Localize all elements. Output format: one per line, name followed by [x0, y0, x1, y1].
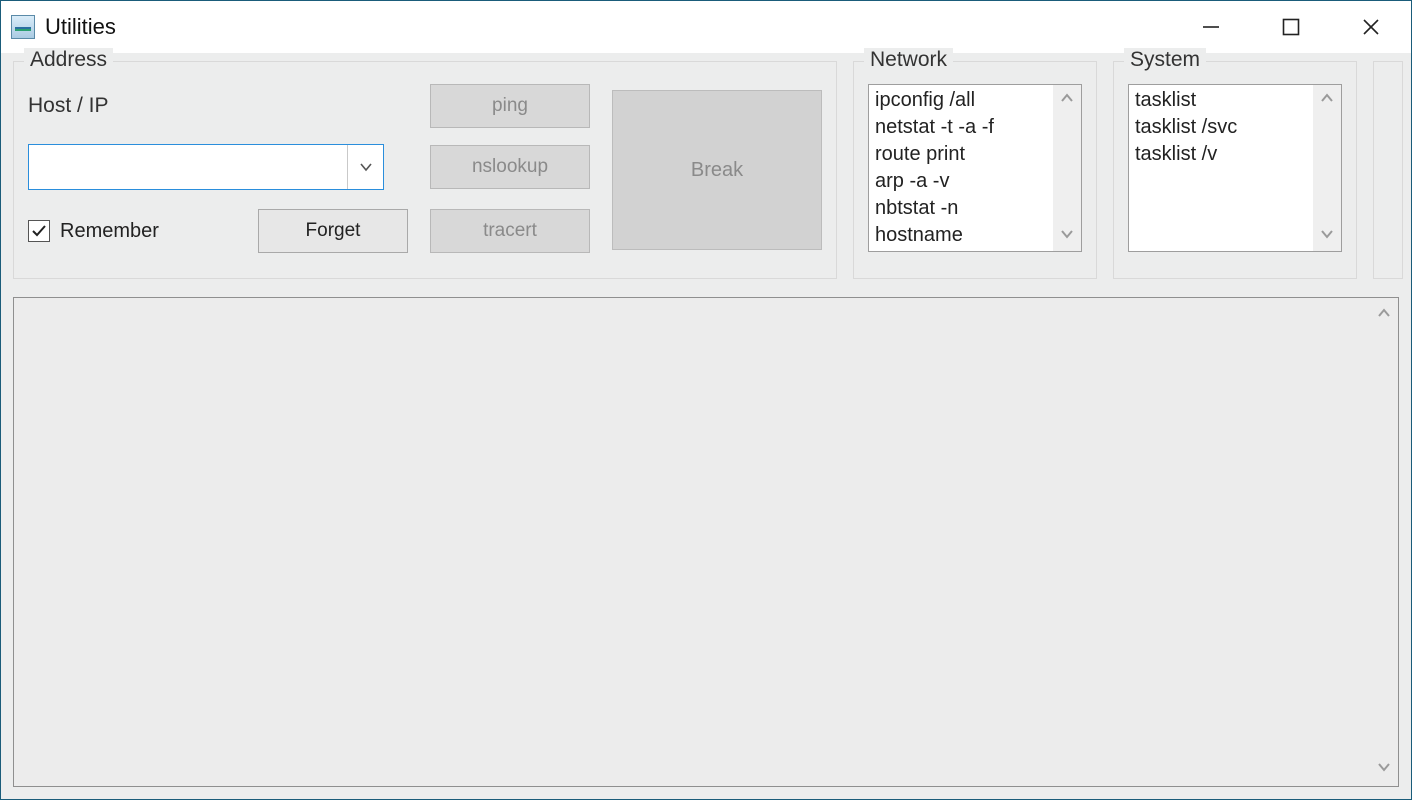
system-scrollbar[interactable]	[1313, 85, 1341, 251]
system-items[interactable]: tasklist tasklist /svc tasklist /v	[1129, 85, 1313, 251]
scroll-up-icon[interactable]	[1320, 89, 1334, 111]
address-legend: Address	[24, 48, 113, 72]
client-area: Address Host / IP ping Break nslookup	[1, 53, 1411, 799]
list-item[interactable]: tasklist	[1135, 87, 1307, 114]
close-button[interactable]	[1331, 1, 1411, 53]
network-items[interactable]: ipconfig /all netstat -t -a -f route pri…	[869, 85, 1053, 251]
minimize-button[interactable]	[1171, 1, 1251, 53]
host-ip-label: Host / IP	[28, 94, 408, 118]
extra-group	[1373, 61, 1403, 279]
list-item[interactable]: arp -a -v	[875, 168, 1047, 195]
network-scrollbar[interactable]	[1053, 85, 1081, 251]
scroll-up-icon[interactable]	[1060, 89, 1074, 111]
scroll-up-icon[interactable]	[1377, 304, 1391, 326]
remember-row: Remember Forget	[28, 209, 408, 253]
list-item[interactable]: tasklist /v	[1135, 141, 1307, 168]
output-text	[22, 304, 1364, 780]
remember-checkbox-wrap[interactable]: Remember	[28, 220, 159, 243]
nslookup-button[interactable]: nslookup	[430, 145, 590, 189]
host-ip-input[interactable]	[29, 145, 347, 189]
address-group: Address Host / IP ping Break nslookup	[13, 61, 837, 279]
scroll-down-icon[interactable]	[1377, 758, 1391, 780]
window: Utilities Address Host / IP ping Break	[0, 0, 1412, 800]
scroll-down-icon[interactable]	[1320, 225, 1334, 247]
close-icon	[1362, 18, 1380, 36]
top-row: Address Host / IP ping Break nslookup	[13, 61, 1399, 279]
host-ip-combobox[interactable]	[28, 144, 384, 190]
app-icon	[11, 15, 35, 39]
list-item[interactable]: hostname	[875, 222, 1047, 249]
window-title: Utilities	[45, 14, 116, 40]
ping-button[interactable]: ping	[430, 84, 590, 128]
minimize-icon	[1202, 18, 1220, 36]
list-item[interactable]: ipconfig /all	[875, 87, 1047, 114]
tracert-button[interactable]: tracert	[430, 209, 590, 253]
maximize-icon	[1282, 18, 1300, 36]
forget-button[interactable]: Forget	[258, 209, 408, 253]
list-item[interactable]: nbtstat -n	[875, 195, 1047, 222]
list-item[interactable]: tasklist /svc	[1135, 114, 1307, 141]
host-ip-dropdown-button[interactable]	[347, 145, 383, 189]
remember-checkbox[interactable]	[28, 220, 50, 242]
output-scrollbar[interactable]	[1370, 298, 1398, 786]
maximize-button[interactable]	[1251, 1, 1331, 53]
break-button[interactable]: Break	[612, 90, 822, 250]
output-textarea[interactable]	[13, 297, 1399, 787]
system-listbox[interactable]: tasklist tasklist /svc tasklist /v	[1128, 84, 1342, 252]
titlebar: Utilities	[1, 1, 1411, 53]
network-legend: Network	[864, 48, 953, 72]
system-group: System tasklist tasklist /svc tasklist /…	[1113, 61, 1357, 279]
list-item[interactable]: netstat -t -a -f	[875, 114, 1047, 141]
checkmark-icon	[31, 223, 47, 239]
chevron-down-icon	[359, 160, 373, 174]
network-listbox[interactable]: ipconfig /all netstat -t -a -f route pri…	[868, 84, 1082, 252]
scroll-down-icon[interactable]	[1060, 225, 1074, 247]
remember-label: Remember	[60, 220, 159, 243]
list-item[interactable]: route print	[875, 141, 1047, 168]
network-group: Network ipconfig /all netstat -t -a -f r…	[853, 61, 1097, 279]
system-legend: System	[1124, 48, 1206, 72]
